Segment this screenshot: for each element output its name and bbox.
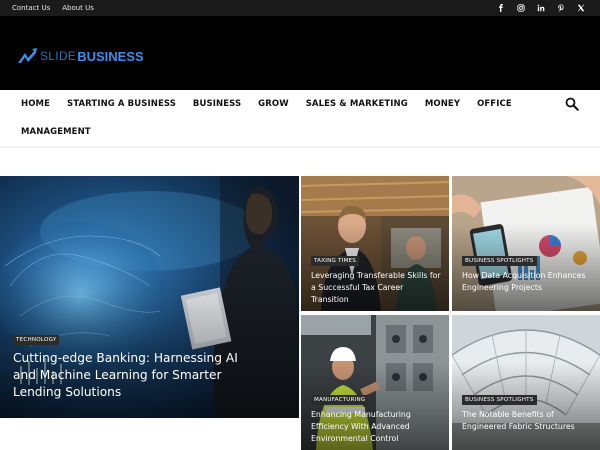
article-title[interactable]: Leveraging Transferable Skills for a Suc… [311, 270, 441, 305]
article-title[interactable]: How Data Acquisition Enhances Engineerin… [462, 270, 592, 294]
nav-row-2: MANAGEMENT [21, 118, 108, 146]
nav-divider [0, 146, 600, 149]
about-us-link[interactable]: About Us [62, 4, 94, 12]
main-navigation: HOME STARTING A BUSINESS BUSINESS GROW S… [0, 90, 600, 146]
pinterest-icon[interactable] [557, 4, 565, 12]
nav-home[interactable]: HOME [21, 99, 50, 109]
nav-row-1: HOME STARTING A BUSINESS BUSINESS GROW S… [21, 90, 529, 118]
category-badge[interactable]: BUSINESS SPOTLIGHTS [462, 395, 537, 405]
facebook-icon[interactable] [497, 4, 505, 12]
nav-grow[interactable]: GROW [258, 99, 289, 109]
top-links: Contact Us About Us [12, 0, 94, 16]
article-title[interactable]: Cutting-edge Banking: Harnessing AI and … [13, 350, 263, 401]
contact-us-link[interactable]: Contact Us [12, 4, 50, 12]
featured-article-2[interactable]: BUSINESS SPOTLIGHTS How Data Acquisition… [452, 176, 600, 311]
nav-business[interactable]: BUSINESS [193, 99, 241, 109]
article-title[interactable]: Enhancing Manufacturing Efficiency With … [311, 409, 441, 444]
category-badge[interactable]: TAXING TIMES [311, 256, 359, 266]
instagram-icon[interactable] [517, 4, 525, 12]
category-badge[interactable]: BUSINESS SPOTLIGHTS [462, 256, 537, 266]
category-badge[interactable]: MANUFACTURING [311, 395, 369, 405]
social-links [497, 0, 585, 16]
linkedin-icon[interactable] [537, 4, 545, 12]
nav-sales-marketing[interactable]: SALES & MARKETING [306, 99, 408, 109]
site-logo[interactable]: SLIDE BUSINESS [17, 46, 144, 66]
top-bar: Contact Us About Us [0, 0, 600, 16]
featured-article-3[interactable]: MANUFACTURING Enhancing Manufacturing Ef… [301, 315, 449, 450]
featured-main-article[interactable]: TECHNOLOGY Cutting-edge Banking: Harness… [0, 176, 299, 418]
logo-text-slide: SLIDE [40, 49, 77, 63]
featured-article-4[interactable]: BUSINESS SPOTLIGHTS The Notable Benefits… [452, 315, 600, 450]
x-icon[interactable] [577, 4, 585, 12]
logo-text-business: BUSINESS [77, 48, 144, 64]
nav-management[interactable]: MANAGEMENT [21, 127, 91, 137]
search-icon[interactable] [565, 97, 579, 111]
nav-starting-a-business[interactable]: STARTING A BUSINESS [67, 99, 176, 109]
logo-mark-icon [18, 48, 37, 63]
nav-office[interactable]: OFFICE [477, 99, 512, 109]
nav-money[interactable]: MONEY [425, 99, 460, 109]
article-title[interactable]: The Notable Benefits of Engineered Fabri… [462, 409, 592, 433]
featured-article-1[interactable]: TAXING TIMES Leveraging Transferable Ski… [301, 176, 449, 311]
site-header: SLIDE BUSINESS [0, 16, 600, 90]
category-badge[interactable]: TECHNOLOGY [13, 335, 60, 345]
